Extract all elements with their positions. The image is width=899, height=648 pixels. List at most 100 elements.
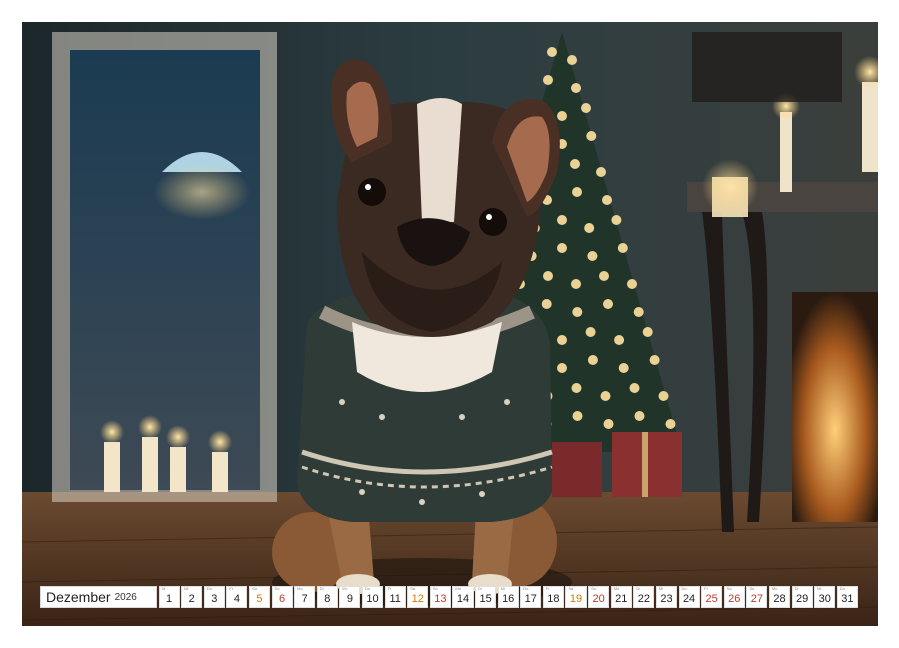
day-weekday: Do	[523, 586, 529, 591]
day-number: 15	[479, 593, 492, 605]
day-cell: So 6	[271, 586, 293, 608]
calendar-strip: Dezember 2026 Di 1 Mi 2 Do 3 Fr 4 Sa 5 So 6 Mo 7 Di 8 Mi…	[40, 586, 858, 608]
day-number: 6	[279, 593, 286, 605]
day-cell: Do 17	[520, 586, 542, 608]
day-weekday: Di	[478, 586, 482, 591]
day-weekday: Mi	[184, 586, 189, 591]
day-number: 22	[637, 593, 650, 605]
day-cell: Mi 9	[339, 586, 361, 608]
day-number: 3	[211, 593, 218, 605]
day-number: 4	[233, 593, 240, 605]
day-weekday: Sa	[410, 586, 416, 591]
photo-illustration	[22, 22, 878, 626]
day-number: 19	[569, 593, 583, 605]
day-number: 13	[434, 593, 447, 605]
day-weekday: Mo	[771, 586, 778, 591]
day-number: 26	[728, 593, 741, 605]
day-weekday: Mi	[342, 586, 347, 591]
wall-picture	[692, 32, 842, 102]
day-cell: Sa 26	[723, 586, 745, 608]
day-cell: Di 8	[316, 586, 338, 608]
dog-left-eye	[358, 178, 386, 206]
day-number: 17	[524, 593, 537, 605]
dog-right-eye	[479, 208, 507, 236]
day-cell: Do 3	[203, 586, 225, 608]
day-cell: Mo 28	[768, 586, 791, 608]
window-glass	[70, 50, 260, 490]
day-cell: Sa 12	[407, 586, 429, 608]
calendar-photo	[22, 22, 878, 626]
day-number: 2	[188, 593, 195, 605]
day-weekday: Sa	[568, 586, 574, 591]
day-number: 30	[818, 593, 831, 605]
day-weekday: Fr	[545, 586, 550, 591]
day-cell: Mo 21	[610, 586, 632, 608]
day-number: 29	[795, 593, 809, 605]
day-weekday: Mi	[817, 586, 822, 591]
day-number: 24	[682, 593, 696, 605]
day-weekday: Fr	[387, 586, 392, 591]
day-cell: So 13	[429, 586, 451, 608]
day-number: 8	[324, 593, 331, 605]
day-cell: So 20	[588, 586, 610, 608]
day-weekday: Di	[161, 586, 166, 591]
day-weekday: Mi	[500, 586, 505, 591]
day-weekday: Fr	[704, 586, 708, 591]
day-cell: Di 29	[791, 586, 813, 608]
day-weekday: Mo	[455, 586, 461, 591]
day-number: 23	[660, 593, 673, 605]
day-weekday: So	[591, 586, 596, 591]
day-cell: Fr 18	[542, 586, 564, 608]
day-number: 11	[389, 593, 401, 605]
day-cell: Di 22	[633, 586, 655, 608]
day-cell: Mi 23	[655, 586, 678, 608]
day-cell: Sa 5	[248, 586, 271, 608]
day-number: 28	[773, 593, 786, 605]
month-name: Dezember	[46, 589, 111, 605]
day-weekday: Sa	[251, 586, 257, 591]
day-cell: Fr 11	[384, 586, 406, 608]
day-number: 5	[256, 593, 263, 605]
day-cell: Do 31	[836, 586, 858, 608]
day-cell: Di 15	[475, 586, 497, 608]
day-weekday: Do	[681, 586, 687, 591]
day-number: 14	[456, 593, 470, 605]
day-weekday: Mo	[613, 586, 620, 591]
fireplace	[792, 292, 878, 522]
day-weekday: Sa	[726, 586, 732, 591]
day-weekday: So	[274, 586, 280, 591]
day-cell: Do 24	[678, 586, 700, 608]
day-number: 12	[411, 593, 424, 605]
day-number: 25	[705, 593, 718, 605]
day-number: 18	[547, 593, 560, 605]
day-number: 10	[366, 593, 379, 605]
day-number: 31	[841, 593, 854, 605]
day-cell: Sa 19	[565, 586, 587, 608]
day-cell: Di 1	[158, 586, 180, 608]
month-label: Dezember 2026	[40, 586, 157, 608]
day-number: 16	[502, 593, 515, 605]
day-cell: Mi 16	[497, 586, 519, 608]
day-number: 9	[346, 593, 353, 605]
day-weekday: Di	[319, 586, 324, 591]
day-cell: Fr 25	[701, 586, 723, 608]
day-weekday: Di	[636, 586, 641, 591]
day-cell: Mi 2	[181, 586, 203, 608]
day-weekday: Mi	[658, 586, 664, 591]
day-weekday: So	[749, 586, 755, 591]
day-number: 7	[301, 593, 308, 605]
day-number: 21	[615, 593, 628, 605]
tall-candle-right	[862, 82, 878, 172]
day-weekday: Fr	[229, 586, 234, 591]
day-weekday: Do	[839, 586, 845, 591]
tall-candle	[780, 112, 792, 192]
day-weekday: Mo	[297, 586, 303, 591]
month-year: 2026	[114, 591, 137, 603]
day-cell: Mo 7	[294, 586, 316, 608]
day-cell: So 27	[746, 586, 768, 608]
day-weekday: Do	[206, 586, 212, 591]
day-cell: Mi 30	[814, 586, 836, 608]
day-cell: Fr 4	[226, 586, 248, 608]
day-number: 1	[165, 593, 173, 605]
day-weekday: So	[432, 586, 438, 591]
